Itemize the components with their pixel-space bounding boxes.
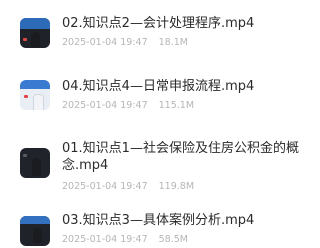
file-name[interactable]: 02.知识点2—会计处理程序.mp4 — [62, 15, 254, 32]
file-datetime: 2025-01-04 19:47 — [62, 100, 148, 111]
file-meta: 2025-01-04 19:47 58.5M — [62, 234, 196, 246]
file-size: 119.8M — [158, 181, 195, 192]
file-list-screen: { "files": [ {"title": "02.知识点2—会计处理程序.m… — [0, 0, 320, 248]
file-meta: 2025-01-04 19:47 18.1M — [62, 37, 196, 49]
file-meta: 2025-01-04 19:47 115.1M — [62, 100, 202, 112]
video-thumbnail-icon[interactable] — [20, 216, 50, 246]
file-datetime: 2025-01-04 19:47 — [62, 234, 148, 245]
file-datetime: 2025-01-04 19:47 — [62, 181, 148, 192]
video-thumbnail-icon[interactable] — [20, 148, 50, 178]
video-thumbnail-icon[interactable] — [20, 80, 50, 110]
file-meta: 2025-01-04 19:47 119.8M — [62, 181, 202, 193]
file-name[interactable]: 01.知识点1—社会保险及住房公积金的概念.mp4 — [62, 140, 314, 174]
video-thumbnail-icon[interactable] — [20, 18, 50, 48]
file-size: 18.1M — [158, 37, 188, 48]
file-size: 58.5M — [158, 234, 188, 245]
file-name[interactable]: 03.知识点3—具体案例分析.mp4 — [62, 212, 254, 229]
file-datetime: 2025-01-04 19:47 — [62, 37, 148, 48]
file-size: 115.1M — [158, 100, 195, 111]
file-name[interactable]: 04.知识点4—日常申报流程.mp4 — [62, 78, 254, 95]
